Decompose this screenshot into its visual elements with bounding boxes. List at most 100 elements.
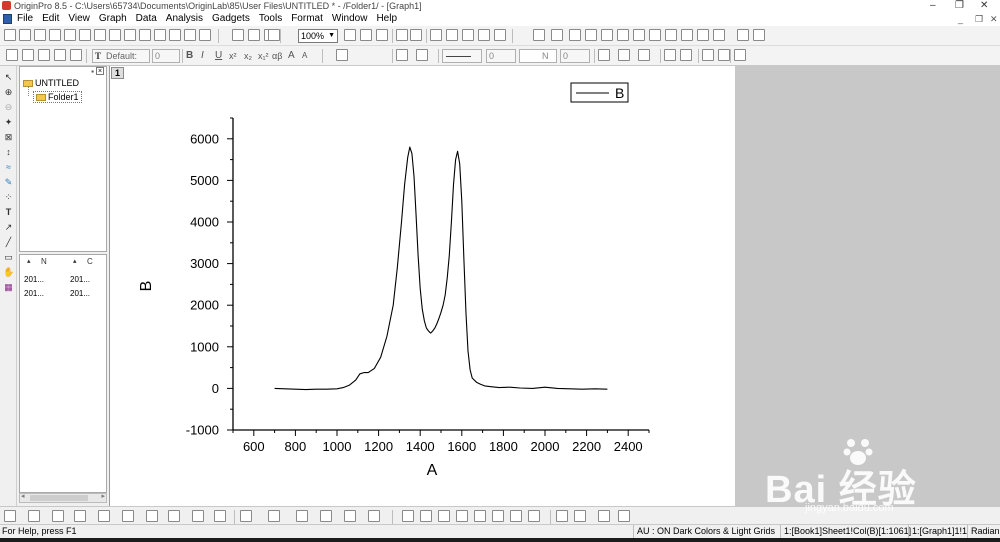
toolbar-button-icon[interactable]: [601, 29, 613, 41]
menu-graph[interactable]: Graph: [99, 12, 127, 26]
toolbar-button-icon[interactable]: [551, 29, 563, 41]
graph-type-button-icon[interactable]: [402, 510, 414, 522]
toolbar-button-icon[interactable]: [462, 29, 474, 41]
format-button-icon[interactable]: [6, 49, 18, 61]
format-button-icon[interactable]: [638, 49, 650, 61]
font-select[interactable]: T Default:: [92, 49, 150, 63]
format-button-icon[interactable]: [38, 49, 50, 61]
column-header-n[interactable]: N: [41, 257, 47, 266]
toolbar-button-icon[interactable]: [376, 29, 388, 41]
data-reader-icon[interactable]: ⊠: [3, 132, 14, 143]
tree-folder1[interactable]: Folder1: [33, 91, 82, 103]
text-tool-icon[interactable]: T: [3, 207, 14, 218]
toolbar-button-icon[interactable]: [753, 29, 765, 41]
toolbar-button-icon[interactable]: [633, 29, 645, 41]
toolbar-button-icon[interactable]: [79, 29, 91, 41]
menu-data[interactable]: Data: [136, 12, 157, 26]
bold-button[interactable]: B: [186, 49, 193, 63]
line-tool-icon[interactable]: ╱: [3, 237, 14, 248]
graph-type-button-icon[interactable]: [122, 510, 134, 522]
close-icon[interactable]: ✕: [980, 0, 988, 12]
toolbar-button-icon[interactable]: [713, 29, 725, 41]
document-icon[interactable]: [3, 14, 12, 24]
graph-type-button-icon[interactable]: [28, 510, 40, 522]
toolbar-button-icon[interactable]: [49, 29, 61, 41]
scroll-thumb[interactable]: [30, 495, 88, 501]
format-button-icon[interactable]: [54, 49, 66, 61]
toolbar-button-icon[interactable]: [649, 29, 661, 41]
menu-tools[interactable]: Tools: [259, 12, 282, 26]
toolbar-button-icon[interactable]: [446, 29, 458, 41]
scroll-right-icon[interactable]: ▸: [101, 492, 105, 500]
subscript-button[interactable]: x₂: [244, 49, 252, 63]
font-size-select[interactable]: 0: [152, 49, 180, 63]
zoom-select[interactable]: 100% ▼: [298, 29, 338, 43]
format-button-icon[interactable]: [396, 49, 408, 61]
sort-icon[interactable]: ▴: [73, 257, 77, 265]
zoom-out-icon[interactable]: ⊖: [3, 102, 14, 113]
toolbar-button-icon[interactable]: [232, 29, 244, 41]
toolbar-button-icon[interactable]: [94, 29, 106, 41]
data-selector-icon[interactable]: ↕: [3, 147, 14, 158]
pointer-icon[interactable]: ↖: [3, 72, 14, 83]
toolbar-button-icon[interactable]: [360, 29, 372, 41]
graph-type-button-icon[interactable]: [296, 510, 308, 522]
graph-type-button-icon[interactable]: [344, 510, 356, 522]
hand-icon[interactable]: ✋: [3, 267, 14, 278]
line-chart[interactable]: 600 800 1000 1200 1400 1600 1800 2000 2200 2400 -1…: [126, 66, 735, 506]
graph-type-button-icon[interactable]: [320, 510, 332, 522]
toolbar-button-icon[interactable]: [4, 29, 16, 41]
graph-type-button-icon[interactable]: [474, 510, 486, 522]
toolbar-button-icon[interactable]: [64, 29, 76, 41]
toolbar-button-icon[interactable]: [184, 29, 196, 41]
toolbar-button-icon[interactable]: [697, 29, 709, 41]
menu-help[interactable]: Help: [376, 12, 397, 26]
graph-type-button-icon[interactable]: [192, 510, 204, 522]
mask-points-icon[interactable]: ≈: [3, 162, 14, 173]
format-button-icon[interactable]: [680, 49, 692, 61]
supersubscript-button[interactable]: x₁²: [258, 49, 269, 63]
toolbar-button-icon[interactable]: [248, 29, 260, 41]
toolbar-button-icon[interactable]: [681, 29, 693, 41]
pattern-size-select[interactable]: 0: [560, 49, 590, 63]
restore-icon[interactable]: ❐: [955, 0, 964, 12]
graph-type-button-icon[interactable]: [438, 510, 450, 522]
graph-type-button-icon[interactable]: [492, 510, 504, 522]
mdi-close-icon[interactable]: ✕: [990, 13, 998, 25]
graph-type-button-icon[interactable]: [420, 510, 432, 522]
italic-button[interactable]: I: [201, 49, 204, 63]
toolbar-button-icon[interactable]: [478, 29, 490, 41]
toolbar-button-icon[interactable]: [344, 29, 356, 41]
arrow-tool-icon[interactable]: ↗: [3, 222, 14, 233]
graph-type-button-icon[interactable]: [618, 510, 630, 522]
zoom-in-icon[interactable]: ⊕: [3, 87, 14, 98]
decrease-font-button[interactable]: A: [302, 49, 307, 63]
plot-details-icon[interactable]: ▦: [3, 282, 14, 293]
graph-type-button-icon[interactable]: [240, 510, 252, 522]
toolbar-button-icon[interactable]: [533, 29, 545, 41]
toolbar-button-icon[interactable]: [199, 29, 211, 41]
mdi-minimize-icon[interactable]: _: [958, 13, 963, 25]
line-style-select[interactable]: [442, 49, 482, 63]
graph-type-button-icon[interactable]: [598, 510, 610, 522]
menu-format[interactable]: Format: [291, 12, 323, 26]
line-size-select[interactable]: 0: [486, 49, 516, 63]
menu-window[interactable]: Window: [332, 12, 368, 26]
toolbar-button-icon[interactable]: [494, 29, 506, 41]
graph-type-button-icon[interactable]: [556, 510, 568, 522]
explorer-close-icon[interactable]: ×: [96, 67, 104, 75]
toolbar-button-icon[interactable]: [169, 29, 181, 41]
toolbar-button-icon[interactable]: [124, 29, 136, 41]
underline-button[interactable]: U: [215, 49, 222, 63]
graph-type-button-icon[interactable]: [528, 510, 540, 522]
graph-page[interactable]: 600 800 1000 1200 1400 1600 1800 2000 2200 2400 -1…: [126, 66, 735, 506]
graph-type-button-icon[interactable]: [4, 510, 16, 522]
format-button-icon[interactable]: [336, 49, 348, 61]
menu-view[interactable]: View: [68, 12, 90, 26]
mdi-restore-icon[interactable]: ❐: [975, 13, 983, 25]
toolbar-button-icon[interactable]: [139, 29, 151, 41]
greek-button[interactable]: αβ: [272, 49, 282, 63]
format-button-icon[interactable]: [416, 49, 428, 61]
toolbar-button-icon[interactable]: [19, 29, 31, 41]
graph-type-button-icon[interactable]: [146, 510, 158, 522]
